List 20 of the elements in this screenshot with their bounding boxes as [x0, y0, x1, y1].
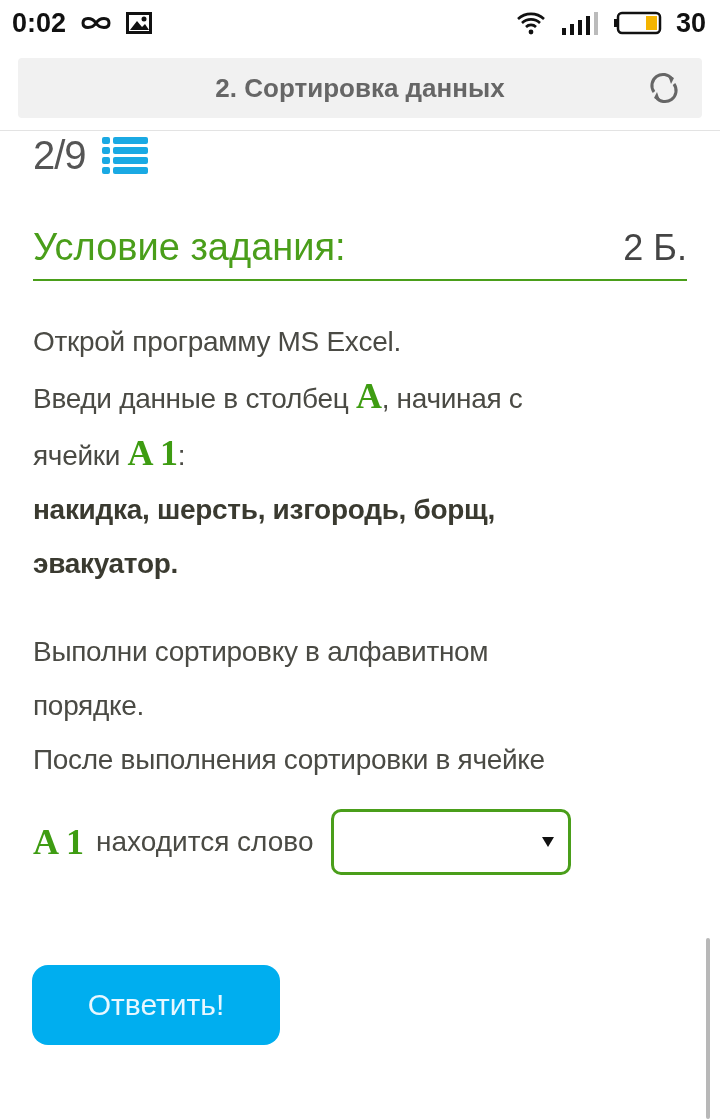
battery-icon — [613, 11, 662, 35]
infinity-icon — [80, 14, 113, 32]
refresh-icon[interactable] — [648, 72, 680, 104]
cell-reference: A 1 — [33, 821, 84, 863]
page-title: 2. Сортировка данных — [215, 72, 505, 104]
answer-dropdown[interactable] — [331, 809, 572, 875]
wifi-icon — [515, 11, 546, 35]
question-counter: 2/9 — [33, 133, 86, 178]
task-text: Выполни сортировку в алфавитном порядке. После выполнения сортировки в ячейке — [33, 635, 546, 777]
image-icon — [126, 12, 153, 34]
task-text: Открой программу MS Excel. Введи данные в столбец A, начиная с ячейки A 1: накидка, шерсть, изгородь, борщ, эвакуатор. — [33, 325, 524, 581]
submit-button[interactable]: Ответить! — [32, 965, 280, 1045]
answer-prompt: находится слово — [96, 826, 314, 858]
battery-percent: 30 — [675, 7, 706, 39]
signal-icon — [559, 10, 600, 36]
task-points: 2 Б. — [623, 227, 687, 269]
task-heading: Условие задания: — [33, 226, 346, 269]
status-time: 0:02 — [12, 7, 67, 39]
list-icon[interactable] — [101, 135, 148, 176]
caret-icon — [542, 837, 555, 847]
